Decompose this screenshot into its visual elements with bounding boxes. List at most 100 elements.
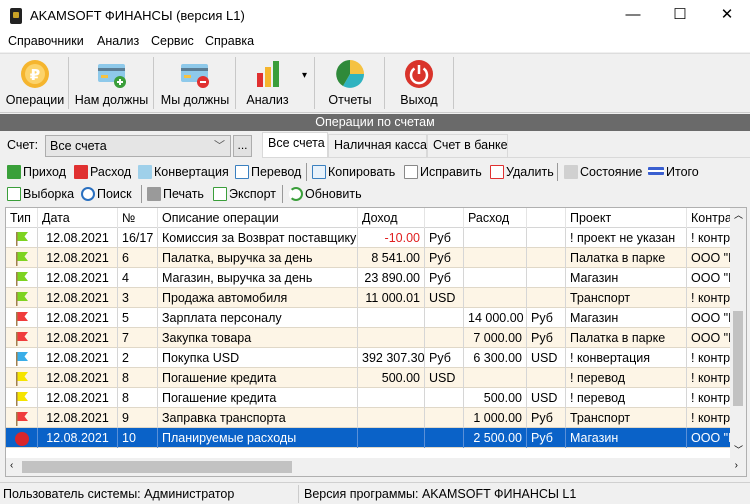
expense-currency-cell <box>527 248 566 268</box>
pencil-icon <box>404 165 418 179</box>
date-cell: 12.08.2021 <box>38 348 118 368</box>
expense-currency-cell <box>527 288 566 308</box>
income-action[interactable]: Приход <box>7 162 66 182</box>
income-cell <box>358 308 425 328</box>
income-cell: 8 541.00 <box>358 248 425 268</box>
copy-icon <box>312 165 326 179</box>
table-row[interactable]: 12.08.2021 10 Планируемые расходы 2 500.00 Р… <box>6 428 731 448</box>
type-cell <box>6 348 38 368</box>
account-select[interactable]: Все счета ﹀ <box>45 135 231 157</box>
export-action[interactable]: Экспорт <box>213 184 276 204</box>
table-row[interactable]: 12.08.2021 4 Магазин, выручка за день 23 89… <box>6 268 731 288</box>
edit-action[interactable]: Исправить <box>404 162 482 182</box>
table-row[interactable]: 12.08.2021 7 Закупка товара 7 000.00 Руб Пала… <box>6 328 731 348</box>
income-currency-cell <box>425 328 464 348</box>
table-row[interactable]: 12.08.2021 16/17 Комиссия за Возврат поста… <box>6 228 731 248</box>
type-cell <box>6 288 38 308</box>
description-cell: Магазин, выручка за день <box>158 268 358 288</box>
table-row[interactable]: 12.08.2021 2 Покупка USD 392 307.30 Руб 6 300… <box>6 348 731 368</box>
column-header-description[interactable]: Описание операции <box>158 208 358 228</box>
vertical-scrollbar[interactable]: ︿ ﹀ <box>730 208 746 458</box>
expense-currency-cell <box>527 268 566 288</box>
table-row[interactable]: 12.08.2021 9 Заправка транспорта 1 000.00 Ру… <box>6 408 731 428</box>
counterparty-cell: ! контра <box>687 228 731 248</box>
vertical-scroll-thumb[interactable] <box>733 311 743 406</box>
maximize-button[interactable]: ☐ <box>657 0 703 32</box>
number-cell: 2 <box>118 348 158 368</box>
tab-bank-account[interactable]: Счет в банке <box>427 134 508 158</box>
window-title: AKAMSOFT ФИНАНСЫ (версия L1) <box>30 8 245 23</box>
income-flag-icon <box>16 292 28 306</box>
we-owe-button[interactable]: Мы должны <box>155 54 235 112</box>
project-cell: ! перевод <box>566 368 687 388</box>
expense-cell <box>464 248 527 268</box>
income-cell: 500.00 <box>358 368 425 388</box>
column-header-type[interactable]: Тип <box>6 208 38 228</box>
section-title: Операции по счетам <box>0 114 750 131</box>
transfer-action[interactable]: Перевод <box>235 162 301 182</box>
owed-to-us-button[interactable]: Нам должны <box>70 54 153 112</box>
conversion-action[interactable]: Конвертация <box>138 162 229 182</box>
table-row[interactable]: 12.08.2021 8 Погашение кредита 500.00 USD! п… <box>6 368 731 388</box>
counterparty-cell: ! контра <box>687 348 731 368</box>
project-cell: Магазин <box>566 308 687 328</box>
delete-action[interactable]: Удалить <box>490 162 554 182</box>
table-row[interactable]: 12.08.2021 6 Палатка, выручка за день 8 541… <box>6 248 731 268</box>
type-cell <box>6 308 38 328</box>
column-header-number[interactable]: № <box>118 208 158 228</box>
column-header-income[interactable]: Доход <box>358 208 425 228</box>
description-cell: Покупка USD <box>158 348 358 368</box>
column-header-expense[interactable]: Расход <box>464 208 527 228</box>
menu-help[interactable]: Справка <box>205 34 254 48</box>
date-cell: 12.08.2021 <box>38 308 118 328</box>
table-row[interactable]: 12.08.2021 3 Продажа автомобиля 11 000.01 US… <box>6 288 731 308</box>
filter-action[interactable]: Выборка <box>7 184 74 204</box>
refresh-action[interactable]: Обновить <box>289 184 362 204</box>
income-currency-cell <box>425 388 464 408</box>
income-cell: 11 000.01 <box>358 288 425 308</box>
tab-cash[interactable]: Наличная касса <box>328 134 427 158</box>
column-header-expense-currency[interactable] <box>527 208 566 228</box>
account-browse-button[interactable]: ... <box>233 135 252 157</box>
column-header-income-currency[interactable] <box>425 208 464 228</box>
income-currency-cell <box>425 308 464 328</box>
type-cell <box>6 228 38 248</box>
operations-button[interactable]: ₽ Операции <box>3 54 67 112</box>
horizontal-scrollbar[interactable]: ‹ › <box>6 458 746 476</box>
pie-chart-icon <box>336 60 364 88</box>
state-action[interactable]: Состояние <box>564 162 642 182</box>
arrow-left-icon <box>7 165 21 179</box>
print-action[interactable]: Печать <box>147 184 204 204</box>
analysis-button[interactable]: ▾ Анализ <box>237 54 314 112</box>
minimize-button[interactable]: — <box>610 0 656 32</box>
search-action[interactable]: Поиск <box>81 184 132 204</box>
account-label: Счет: <box>7 138 39 152</box>
reports-button[interactable]: Отчеты <box>316 54 384 112</box>
tab-all-accounts[interactable]: Все счета <box>262 132 328 158</box>
menu-service[interactable]: Сервис <box>151 34 194 48</box>
counterparty-cell: ООО "М <box>687 328 731 348</box>
income-currency-cell <box>425 428 464 448</box>
horizontal-scroll-thumb[interactable] <box>22 461 292 473</box>
column-header-counterparty[interactable]: Контра <box>687 208 731 228</box>
number-cell: 5 <box>118 308 158 328</box>
totals-action[interactable]: Итого <box>648 162 699 182</box>
account-select-value: Все счета <box>50 139 107 153</box>
column-header-date[interactable]: Дата <box>38 208 118 228</box>
menu-references[interactable]: Справочники <box>8 34 84 48</box>
counterparty-cell: ! контра <box>687 288 731 308</box>
table-row[interactable]: 12.08.2021 5 Зарплата персоналу 14 000.00 Ру… <box>6 308 731 328</box>
excel-icon <box>213 187 227 201</box>
exit-button[interactable]: Выход <box>386 54 452 112</box>
planned-circle-icon <box>15 432 29 446</box>
checkmark-icon <box>7 187 21 201</box>
column-header-project[interactable]: Проект <box>566 208 687 228</box>
counterparty-cell: ! контра <box>687 388 731 408</box>
dropdown-arrow-icon[interactable]: ▾ <box>302 70 307 81</box>
menu-analysis[interactable]: Анализ <box>97 34 139 48</box>
table-row[interactable]: 12.08.2021 8 Погашение кредита 500.00 USD! п… <box>6 388 731 408</box>
counterparty-cell: ООО "М <box>687 308 731 328</box>
copy-action[interactable]: Копировать <box>312 162 395 182</box>
expense-action[interactable]: Расход <box>74 162 131 182</box>
close-button[interactable]: ✕ <box>704 0 750 32</box>
